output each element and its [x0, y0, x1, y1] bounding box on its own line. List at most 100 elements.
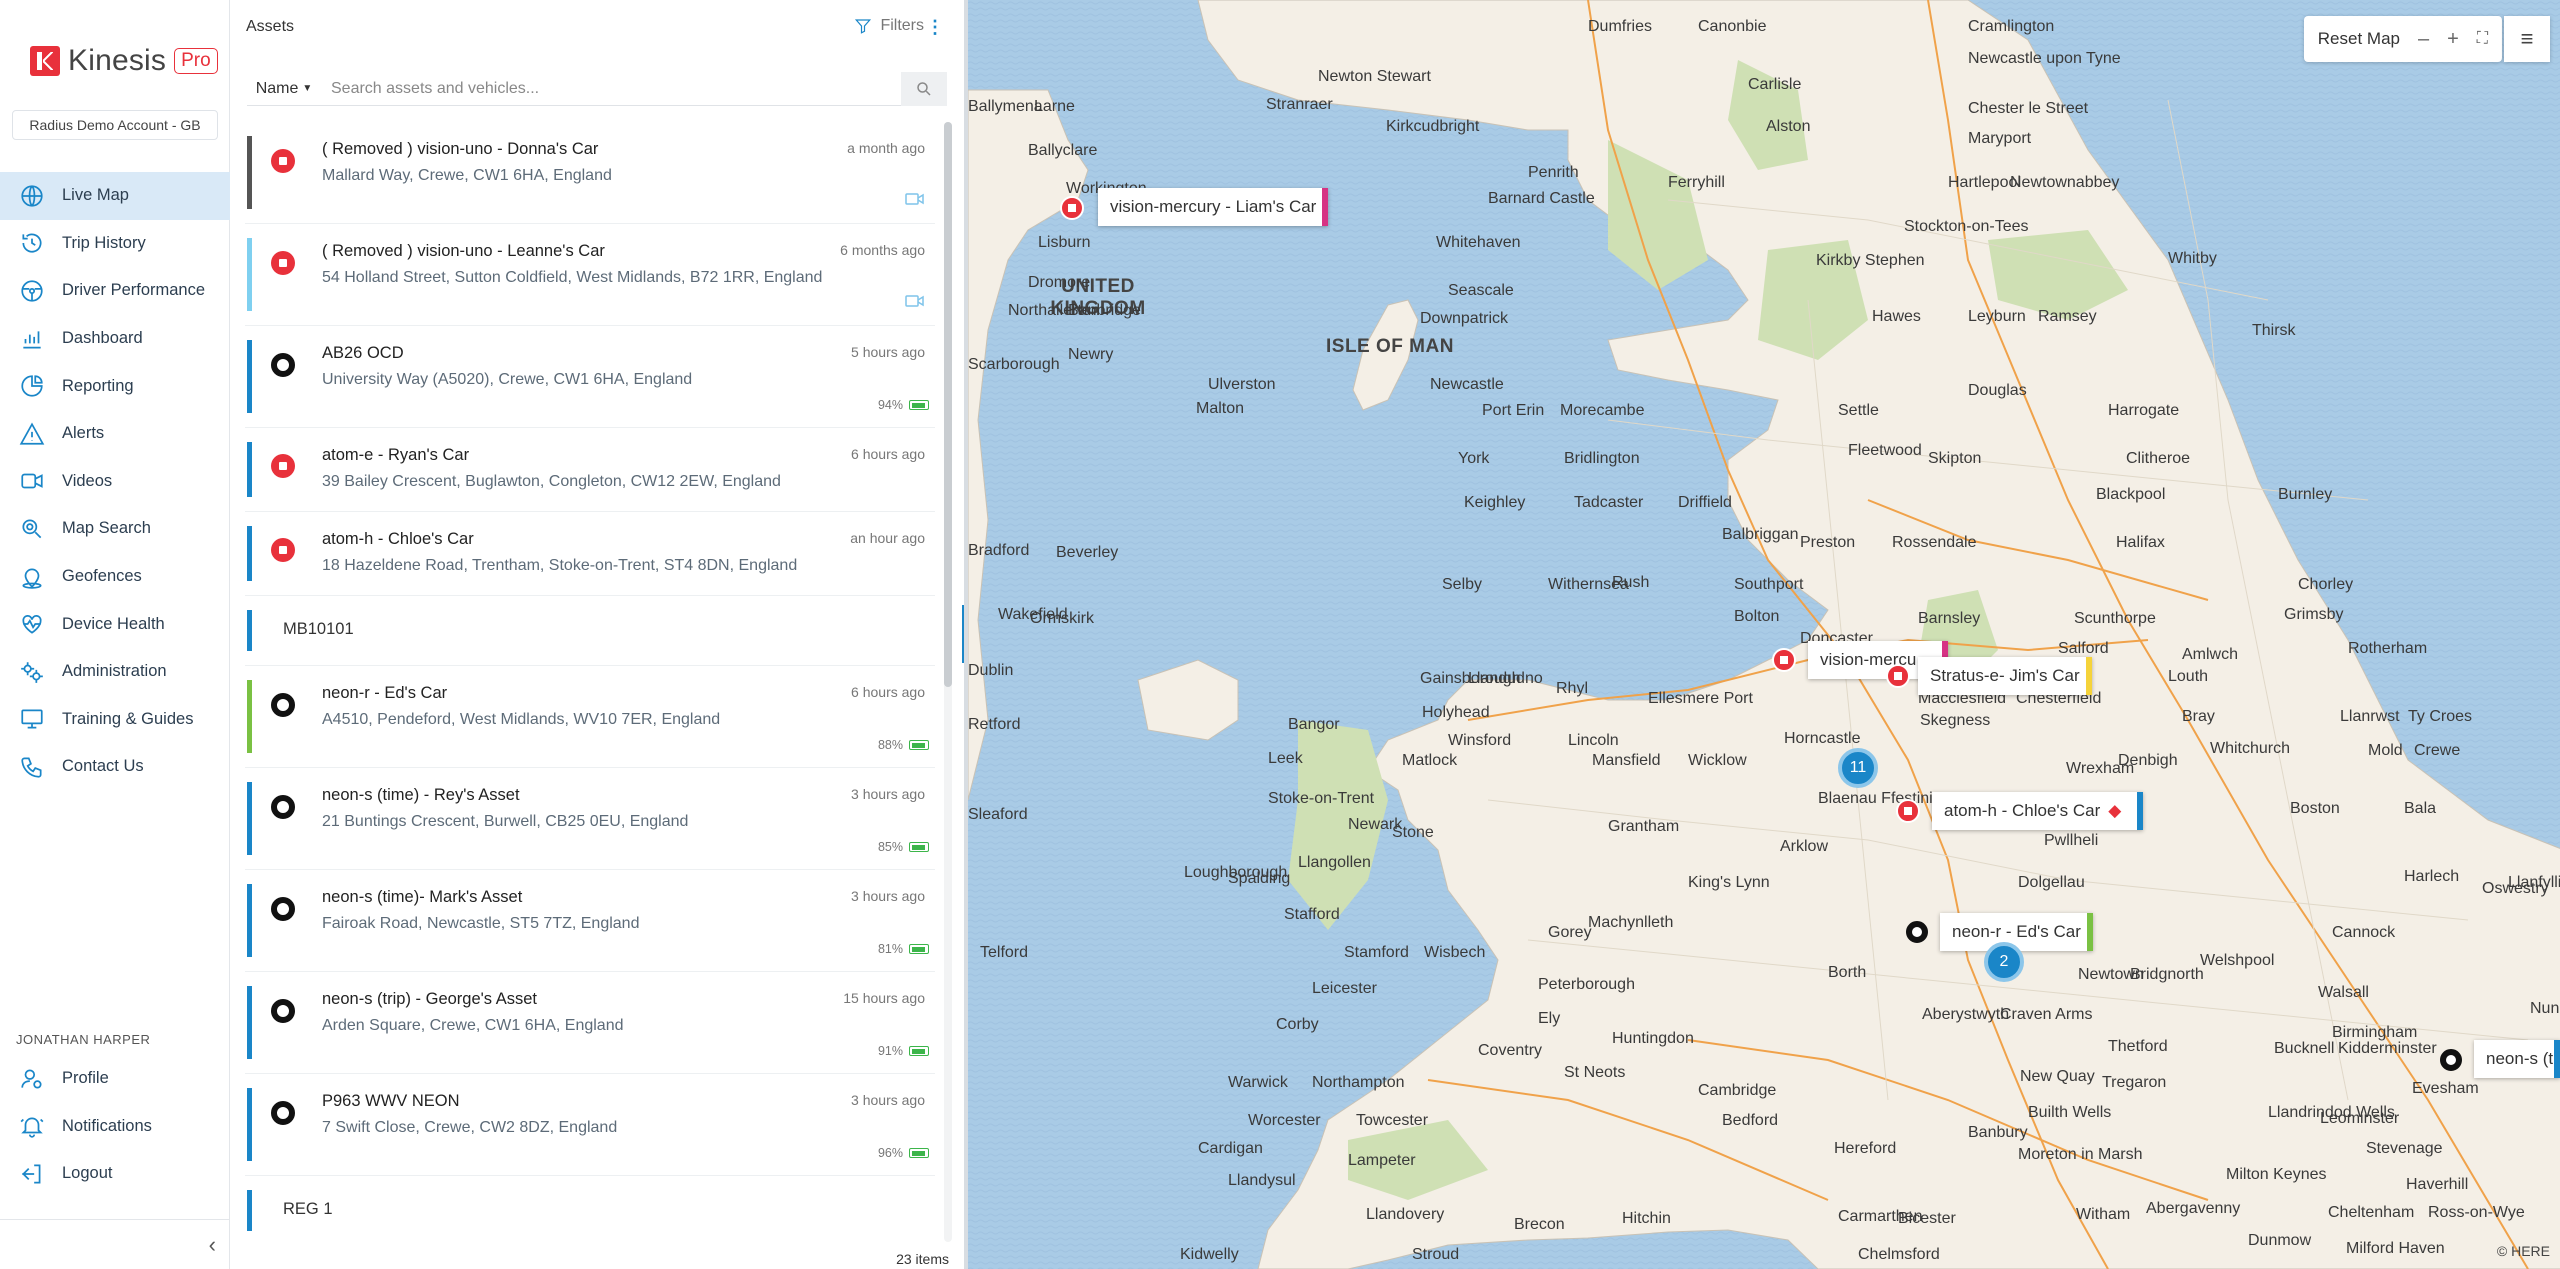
vehicle-callout[interactable]: atom-h - Chloe's Car ◆ [1932, 792, 2144, 830]
asset-list-scrollbar[interactable] [944, 122, 952, 1242]
vehicle-marker-stopped[interactable] [1886, 664, 1910, 688]
vehicle-callout[interactable]: neon-r - Ed's Car [1940, 913, 2093, 951]
nav-item-alerts[interactable]: Alerts [0, 410, 230, 458]
place-label: Leek [1268, 750, 1303, 767]
nav-item-administration[interactable]: Administration [0, 648, 230, 696]
place-label: Wisbech [1424, 944, 1486, 961]
asset-list-item[interactable]: neon-s (trip) - George's Asset Arden Squa… [245, 972, 935, 1074]
asset-list-item[interactable]: P963 WWV NEON 7 Swift Close, Crewe, CW2 8… [245, 1074, 935, 1176]
search-button[interactable] [901, 72, 947, 106]
bar-chart-icon [18, 325, 46, 353]
vehicle-marker-moving[interactable] [1906, 921, 1928, 943]
zoom-out-button[interactable]: – [2418, 28, 2429, 51]
live-map[interactable]: UNITED KINGDOM ISLE OF MAN Dumfries Canon… [964, 0, 2560, 1269]
user-gear-icon [18, 1065, 46, 1093]
place-label: Winsford [1448, 732, 1512, 749]
battery-percent: 88% [877, 738, 903, 752]
place-label: Stafford [1284, 906, 1340, 923]
battery-icon [909, 1046, 929, 1056]
vehicle-callout[interactable]: Stratus-e- Jim's Car [1918, 657, 2092, 695]
place-label: Banbury [1968, 1124, 2028, 1141]
asset-list-item[interactable]: neon-r - Ed's Car A4510, Pendeford, West … [245, 666, 935, 768]
place-label: Newry [1068, 346, 1114, 363]
vehicle-marker-stopped[interactable] [1060, 196, 1084, 220]
moving-status-icon [271, 897, 295, 921]
place-label: Llandovery [1366, 1206, 1445, 1223]
place-label: Mansfield [1592, 752, 1661, 769]
reset-map-button[interactable]: Reset Map [2318, 29, 2400, 49]
asset-list-item[interactable]: neon-s (time)- Mark's Asset Fairoak Road,… [245, 870, 935, 972]
zoom-in-button[interactable]: + [2447, 28, 2459, 51]
place-label: Peterborough [1538, 976, 1635, 993]
battery-level: 94% [878, 398, 929, 412]
place-label: Chelmsford [1858, 1246, 1940, 1263]
history-icon [18, 229, 46, 257]
nav-item-training-and-guides[interactable]: Training & Guides [0, 696, 230, 744]
account-selector[interactable]: Radius Demo Account - GB [12, 110, 218, 140]
nav-item-device-health[interactable]: Device Health [0, 600, 230, 648]
asset-address: University Way (A5020), Crewe, CW1 6HA, … [322, 371, 693, 388]
asset-list-item[interactable]: atom-e - Ryan's Car 39 Bailey Crescent, B… [245, 428, 935, 512]
asset-list: ( Removed ) vision-uno - Donna's Car Mall… [245, 122, 935, 1244]
search-input[interactable] [321, 72, 901, 105]
scrollbar-thumb[interactable] [944, 122, 952, 687]
chevron-left-icon: ‹ [208, 1231, 216, 1257]
place-label: Banbridge [1068, 302, 1141, 319]
fullscreen-icon[interactable]: ⛶ [2477, 30, 2488, 48]
place-label: Dumfries [1588, 18, 1653, 35]
asset-address: A4510, Pendeford, West Midlands, WV10 7E… [322, 711, 721, 728]
camera-icon[interactable] [905, 192, 925, 206]
vehicle-callout[interactable]: neon-s (t [2474, 1040, 2560, 1078]
camera-icon[interactable] [905, 294, 925, 308]
asset-list-item[interactable]: MB10101 [245, 596, 935, 666]
battery-icon [909, 842, 929, 852]
vehicle-marker-moving[interactable] [2440, 1049, 2462, 1071]
asset-list-item[interactable]: atom-h - Chloe's Car 18 Hazeldene Road, T… [245, 512, 935, 596]
asset-list-item[interactable]: REG 1 [245, 1176, 935, 1244]
filters-button[interactable]: Filters [854, 17, 924, 35]
nav-item-reporting[interactable]: Reporting [0, 362, 230, 410]
sort-label: Name [255, 79, 299, 97]
vehicle-cluster[interactable]: 11 [1838, 748, 1878, 788]
nav-item-profile[interactable]: Profile [0, 1055, 230, 1103]
place-label: Kirkcudbright [1386, 118, 1480, 135]
kinesis-logo[interactable]: Kinesis Pro [30, 44, 218, 78]
place-label: Cannock [2332, 924, 2396, 941]
place-label: Bridlington [1564, 450, 1640, 467]
nav-item-dashboard[interactable]: Dashboard [0, 315, 230, 363]
battery-icon [909, 740, 929, 750]
asset-list-item[interactable]: AB26 OCD University Way (A5020), Crewe, C… [245, 326, 935, 428]
place-label: York [1458, 450, 1490, 467]
map-menu-button[interactable]: ≡ [2504, 16, 2550, 62]
assets-title: Assets [246, 18, 295, 35]
place-label: Cambridge [1698, 1082, 1777, 1099]
nav-item-videos[interactable]: Videos [0, 458, 230, 506]
vehicle-marker-stopped[interactable] [1896, 799, 1920, 823]
nav-item-live-map[interactable]: Live Map [0, 172, 230, 220]
video-icon [18, 467, 46, 495]
vehicle-callout[interactable]: vision-mercury - Liam's Car [1098, 188, 1329, 226]
asset-list-item[interactable]: neon-s (time) - Rey's Asset 21 Buntings C… [245, 768, 935, 870]
pro-badge: Pro [174, 48, 218, 74]
place-label: Stamford [1344, 944, 1409, 961]
nav-item-logout[interactable]: Logout [0, 1150, 230, 1198]
nav-item-trip-history[interactable]: Trip History [0, 220, 230, 268]
nav-item-contact-us[interactable]: Contact Us [0, 743, 230, 791]
vehicle-cluster[interactable]: 2 [1984, 942, 2024, 982]
place-label: Spalding [1228, 870, 1291, 887]
place-label: Tregaron [2102, 1074, 2167, 1091]
stopped-status-icon [271, 251, 295, 275]
asset-list-item[interactable]: ( Removed ) vision-uno - Donna's Car Mall… [245, 122, 935, 224]
vehicle-marker-stopped[interactable] [1772, 648, 1796, 672]
nav-item-label: Reporting [62, 376, 134, 395]
nav-item-notifications[interactable]: Notifications [0, 1103, 230, 1151]
nav-item-geofences[interactable]: Geofences [0, 553, 230, 601]
more-options-icon[interactable]: ⋮ [926, 17, 944, 38]
place-label: Rotherham [2348, 640, 2428, 657]
asset-list-item[interactable]: ( Removed ) vision-uno - Leanne's Car 54 … [245, 224, 935, 326]
nav-item-map-search[interactable]: Map Search [0, 505, 230, 553]
place-label: Ballymena [968, 98, 1043, 115]
sort-dropdown[interactable]: Name ▼ [247, 72, 321, 105]
collapse-sidebar-button[interactable]: ‹ [0, 1219, 230, 1269]
nav-item-driver-performance[interactable]: Driver Performance [0, 267, 230, 315]
